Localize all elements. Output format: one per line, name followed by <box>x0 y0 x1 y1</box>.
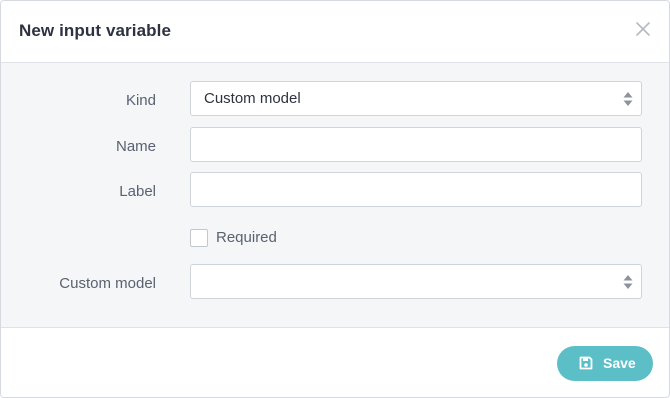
dialog-header: New input variable <box>1 1 669 63</box>
select-arrows-icon <box>623 275 633 289</box>
close-button[interactable] <box>633 19 653 39</box>
floppy-disk-icon <box>579 356 593 370</box>
dialog-title: New input variable <box>19 21 172 40</box>
label-field[interactable] <box>190 172 642 207</box>
required-checkbox-label[interactable]: Required <box>216 229 277 246</box>
label-label: Label <box>119 183 156 200</box>
kind-select[interactable]: Custom model <box>190 81 642 116</box>
custom-model-label: Custom model <box>59 275 156 292</box>
save-button-label: Save <box>603 355 636 371</box>
select-arrows-icon <box>623 92 633 106</box>
name-label: Name <box>115 138 156 155</box>
save-button[interactable]: Save <box>557 346 653 381</box>
close-icon <box>636 22 650 36</box>
custom-model-select[interactable] <box>190 264 642 299</box>
name-field[interactable] <box>190 127 642 162</box>
kind-select-value: Custom model <box>204 90 301 107</box>
new-input-variable-dialog: New input variable Kind Custom model Nam… <box>0 0 670 398</box>
dialog-footer: Save <box>1 328 669 397</box>
required-checkbox[interactable] <box>190 229 208 247</box>
kind-label: Kind <box>125 92 156 109</box>
dialog-body: Kind Custom model Name Label Required Cu… <box>1 63 669 328</box>
